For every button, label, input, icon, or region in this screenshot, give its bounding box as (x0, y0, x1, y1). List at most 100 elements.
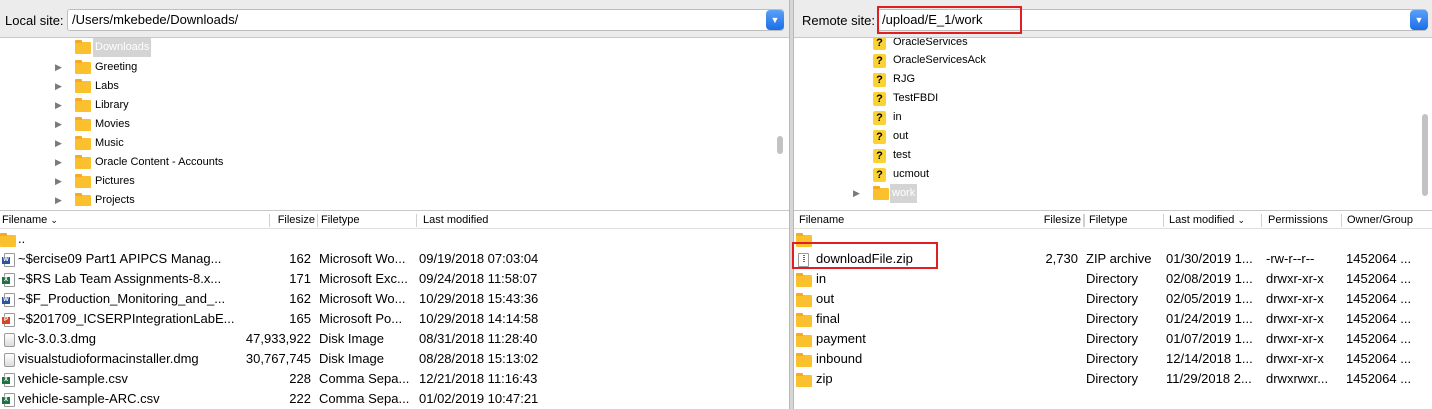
list-item[interactable]: X vehicle-sample-ARC.csv 222 Comma Sepa.… (0, 389, 789, 409)
folder-icon (796, 273, 812, 287)
expand-arrow-icon[interactable]: ▶ (55, 115, 67, 134)
expand-arrow-icon[interactable]: ▶ (55, 134, 67, 153)
folder-icon (75, 79, 91, 93)
expand-arrow-icon[interactable]: ▶ (55, 191, 67, 206)
disk-image-icon (4, 353, 15, 367)
tree-item-testfbdi[interactable]: ? TestFBDI (794, 89, 1414, 108)
list-item[interactable]: X ~$RS Lab Team Assignments-8.x... 171 M… (0, 269, 789, 289)
unknown-status-icon: ? (873, 168, 886, 182)
tree-item-label: Oracle Content - Accounts (95, 156, 224, 168)
scrollbar-thumb[interactable] (1422, 114, 1428, 196)
col-filename-header[interactable]: Filename (799, 211, 879, 230)
list-item[interactable]: downloadFile.zip 2,730 ZIP archive 01/30… (794, 249, 1432, 269)
list-item[interactable]: W ~$F_Production_Monitoring_and_... 162 … (0, 289, 789, 309)
folder-icon (75, 60, 91, 74)
tree-item-movies[interactable]: ▶ Movies (0, 115, 770, 134)
expand-arrow-icon[interactable]: ▶ (853, 184, 865, 203)
powerpoint-doc-icon: P (2, 313, 15, 327)
sort-chevron-icon: ⌄ (1237, 215, 1246, 225)
tree-item-oracleservices[interactable]: ? OracleServices (794, 38, 1414, 52)
list-item[interactable]: in Directory 02/08/2019 1... drwxr-xr-x … (794, 269, 1432, 289)
tree-item-pictures[interactable]: ▶ Pictures (0, 172, 770, 191)
remote-tree-scrollbar[interactable] (1421, 38, 1429, 206)
tree-item-label: Music (95, 137, 124, 149)
tree-item-labs[interactable]: ▶ Labs (0, 77, 770, 96)
list-item[interactable]: X vehicle-sample.csv 228 Comma Sepa... 1… (0, 369, 789, 389)
list-item[interactable]: payment Directory 01/07/2019 1... drwxr-… (794, 329, 1432, 349)
col-filesize-header[interactable]: Filesize (1034, 211, 1081, 230)
col-permissions-header[interactable]: Permissions (1268, 211, 1343, 230)
csv-doc-icon: X (2, 373, 15, 387)
local-file-list: .. W ~$ercise09 Part1 APIPCS Manag... 16… (0, 229, 789, 409)
folder-icon (75, 117, 91, 131)
list-item[interactable]: final Directory 01/24/2019 1... drwxr-xr… (794, 309, 1432, 329)
tree-item-downloads[interactable]: Downloads (0, 38, 770, 57)
list-item[interactable]: .. (0, 229, 789, 249)
col-filetype-header[interactable]: Filetype (321, 211, 401, 230)
scrollbar-thumb[interactable] (777, 136, 783, 154)
expand-arrow-icon[interactable]: ▶ (55, 172, 67, 191)
list-item[interactable]: W ~$ercise09 Part1 APIPCS Manag... 162 M… (0, 249, 789, 269)
list-item[interactable]: inbound Directory 12/14/2018 1... drwxr-… (794, 349, 1432, 369)
local-list-scrollbar[interactable] (776, 229, 784, 409)
local-path-input[interactable]: /Users/mkebede/Downloads/ (67, 9, 784, 31)
folder-icon (75, 98, 91, 112)
tree-item-label: Downloads (93, 38, 152, 57)
word-doc-icon: W (2, 293, 15, 307)
folder-icon (796, 293, 812, 307)
folder-icon (75, 193, 91, 206)
folder-icon (796, 333, 812, 347)
folder-icon (796, 313, 812, 327)
expand-arrow-icon[interactable]: ▶ (55, 153, 67, 172)
remote-list-header: Filename Filesize Filetype Last modified… (794, 210, 1432, 229)
tree-item-projects[interactable]: ▶ Projects (0, 191, 770, 206)
remote-pane: Remote site: /upload/E_1/work ▼ ? Oracle… (794, 0, 1432, 409)
tree-item-library[interactable]: ▶ Library (0, 96, 770, 115)
remote-path-dropdown-button[interactable]: ▼ (1410, 10, 1428, 30)
tree-item-oracleservicesack[interactable]: ? OracleServicesAck (794, 51, 1414, 70)
local-path-dropdown-button[interactable]: ▼ (766, 10, 784, 30)
folder-icon (75, 40, 91, 54)
expand-arrow-icon[interactable]: ▶ (55, 96, 67, 115)
col-filetype-header[interactable]: Filetype (1089, 211, 1159, 230)
sort-chevron-icon: ⌄ (50, 215, 58, 225)
local-tree-scrollbar[interactable] (776, 38, 784, 206)
list-item[interactable]: out Directory 02/05/2019 1... drwxr-xr-x… (794, 289, 1432, 309)
tree-item-work[interactable]: ▶ work (794, 184, 1414, 203)
list-item[interactable]: P ~$201709_ICSERPIntegrationLabE... 165 … (0, 309, 789, 329)
tree-item-label: Greeting (95, 61, 138, 73)
tree-item-out[interactable]: ? out (794, 127, 1414, 146)
tree-item-ucmout[interactable]: ? ucmout (794, 165, 1414, 184)
tree-item-test[interactable]: ? test (794, 146, 1414, 165)
list-item[interactable]: zip Directory 11/29/2018 2... drwxrwxr..… (794, 369, 1432, 389)
col-modified-header[interactable]: Last modified (423, 211, 523, 230)
tree-item-label: Pictures (95, 175, 135, 187)
remote-path-input[interactable]: /upload/E_1/work (877, 9, 1427, 31)
tree-item-label: Movies (95, 118, 130, 130)
tree-item-music[interactable]: ▶ Music (0, 134, 770, 153)
col-modified-header[interactable]: Last modified ⌄ (1169, 211, 1257, 230)
tree-item-rjg[interactable]: ? RJG (794, 70, 1414, 89)
col-filesize-header[interactable]: Filesize (270, 211, 315, 230)
unknown-status-icon: ? (873, 130, 886, 144)
tree-item-greeting[interactable]: ▶ Greeting (0, 58, 770, 77)
expand-arrow-icon[interactable]: ▶ (55, 58, 67, 77)
list-item[interactable]: visualstudioformacinstaller.dmg 30,767,7… (0, 349, 789, 369)
local-site-label: Local site: (5, 13, 64, 28)
tree-item-label: Library (95, 99, 129, 111)
unknown-status-icon: ? (873, 73, 886, 87)
expand-arrow-icon[interactable]: ▶ (55, 77, 67, 96)
local-site-bar: Local site: /Users/mkebede/Downloads/ ▼ (0, 0, 789, 38)
remote-site-label: Remote site: (802, 13, 875, 28)
folder-icon (796, 233, 812, 247)
remote-directory-tree: ? OracleServices ? OracleServicesAck ? R… (794, 38, 1432, 206)
list-item[interactable]: vlc-3.0.3.dmg 47,933,922 Disk Image 08/3… (0, 329, 789, 349)
col-owner-header[interactable]: Owner/Group (1347, 211, 1427, 230)
col-filename-header[interactable]: Filename ⌄ (2, 211, 72, 230)
word-doc-icon: W (2, 253, 15, 267)
tree-item-oracle-content[interactable]: ▶ Oracle Content - Accounts (0, 153, 770, 172)
unknown-status-icon: ? (873, 38, 886, 50)
list-item[interactable] (794, 229, 1432, 249)
tree-item-in[interactable]: ? in (794, 108, 1414, 127)
remote-site-bar: Remote site: /upload/E_1/work ▼ (794, 0, 1432, 38)
